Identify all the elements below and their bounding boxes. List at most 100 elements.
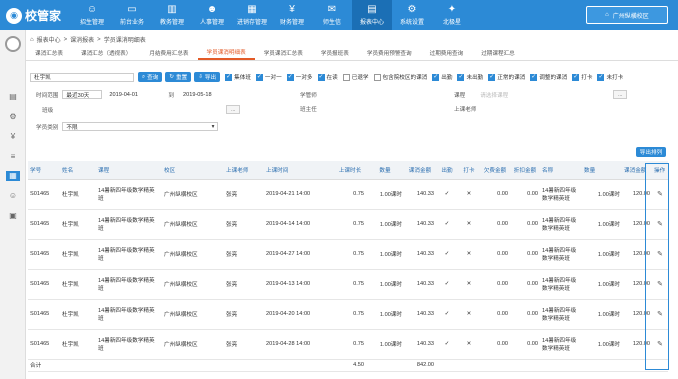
nav-item-label: 师生信 (322, 19, 341, 26)
class-label: 班级 (42, 107, 54, 114)
chevron-down-icon: ▾ (211, 123, 215, 130)
summary-row: 合计 4.50 842.00 (28, 359, 668, 372)
sidebar-doc-icon[interactable]: ▣ (6, 211, 20, 221)
tab-3[interactable]: 学员课消明细表 (197, 46, 255, 60)
sidebar-money-icon[interactable]: ¥ (6, 132, 20, 142)
cell-disc: 0.00 (510, 239, 540, 270)
checkbox-label: 正常的课消 (497, 75, 526, 81)
filter-checkbox-7[interactable]: ✓ 未出勤 (457, 73, 483, 81)
column-header: 数量 (366, 161, 404, 180)
sidebar-chart-icon[interactable]: ▤ (6, 92, 20, 102)
nav-item-5[interactable]: ¥ 财务管理 (272, 0, 312, 30)
tab-8[interactable]: 过期课程汇总 (472, 46, 524, 60)
nav-item-6[interactable]: ✉ 师生信 (312, 0, 352, 30)
column-header: 上课老师 (224, 161, 264, 180)
campus-switch-button[interactable]: ⌂ 广州纵横校区 (586, 6, 668, 24)
sidebar-people-icon[interactable]: ☺ (6, 191, 20, 201)
reset-button[interactable]: ↻ 重置 (165, 72, 192, 82)
nav-item-1[interactable]: ▭ 前台业务 (112, 0, 152, 30)
student-type-label: 学员类别 (36, 124, 59, 131)
logo-text: 校管家 (25, 9, 62, 23)
cell-punch: ✕ (458, 329, 480, 360)
cell-gname: 14暑新四年级数学精英班 (540, 299, 582, 330)
nav-item-2[interactable]: ▥ 教务管理 (152, 0, 192, 30)
column-header: 欠费金额 (480, 161, 510, 180)
tab-7[interactable]: 过期费用查询 (421, 46, 473, 60)
cell-amt: 140.33 (404, 329, 436, 360)
student-type-select[interactable]: 不限 ▾ (62, 122, 219, 131)
breadcrumb-home[interactable]: 报表中心 (37, 35, 61, 44)
breadcrumb-mid[interactable]: 课消报表 (70, 35, 94, 44)
checkbox-label: 出勤 (441, 75, 453, 81)
column-header: 上课时长 (334, 161, 366, 180)
cell-time: 2019-04-13 14:00 (264, 269, 334, 300)
checkbox-icon: ✓ (286, 73, 294, 81)
nav-item-8[interactable]: ⚙ 系统设置 (392, 0, 432, 30)
tab-5[interactable]: 学员报班表 (312, 46, 358, 60)
table-row: S01465 杜宇凯 14暑新四年级数学精英班 广州纵横校区 张亮 2019-04-20 … (28, 299, 668, 330)
filter-checkbox-8[interactable]: ✓ 正常的课消 (488, 73, 525, 81)
manager-select[interactable] (346, 90, 377, 99)
checkbox-icon (373, 73, 381, 81)
filter-checkbox-11[interactable]: ✓ 未打卡 (597, 73, 623, 81)
nav-item-label: 人事管理 (199, 19, 224, 26)
class-input[interactable] (63, 105, 224, 114)
filter-checkbox-6[interactable]: ✓ 出勤 (432, 73, 452, 81)
sidebar-list-icon[interactable]: ≡ (6, 152, 20, 162)
sidebar-report-icon[interactable]: ▦ (6, 171, 20, 181)
export-button[interactable]: ⇩ 导出 (194, 72, 221, 82)
cell-owe: 0.00 (480, 269, 510, 300)
course-input[interactable]: 请选择课程 (477, 90, 588, 99)
table-row: S01465 杜宇凯 14暑新四年级数学精英班 广州纵横校区 张亮 2019-04-21 … (28, 179, 668, 210)
filter-checkbox-10[interactable]: ✓ 打卡 (572, 73, 592, 81)
checkbox-icon: ✓ (225, 73, 233, 81)
time-range-select[interactable]: 最近30天 (62, 90, 103, 99)
summary-cell (162, 359, 224, 372)
course-label: 课程 (454, 92, 466, 99)
column-header: 打卡 (458, 161, 480, 180)
manager-label: 学管师 (300, 92, 317, 99)
filter-row-1: 杜宇凯 ⌕ 查询 ↻ 重置 ⇩ 导出 ✓ 集体班 ✓ 一对一 ✓ 一对多 ✓ 在读 已退学 包含院校区的… (30, 72, 628, 82)
nav-item-label: 财务管理 (279, 19, 304, 26)
cell-campus: 广州纵横校区 (162, 299, 224, 330)
cell-punch: ✕ (458, 269, 480, 300)
cell-time: 2019-04-20 14:00 (264, 299, 334, 330)
export-button-label: 导出 (204, 75, 217, 81)
nav-item-7[interactable]: ▤ 报表中心 (352, 0, 392, 30)
column-header: 课程 (96, 161, 162, 180)
avatar[interactable] (5, 36, 21, 52)
tab-6[interactable]: 学员费用预警查询 (358, 46, 421, 60)
course-picker-button[interactable]: ... (613, 90, 628, 99)
filter-checkbox-0[interactable]: ✓ 集体班 (225, 73, 251, 81)
cell-id: S01465 (28, 239, 60, 270)
operation-column-highlight (645, 163, 669, 370)
filter-checkbox-9[interactable]: ✓ 调整的课消 (530, 73, 567, 81)
date-to-input[interactable]: 2019-05-18 (180, 90, 230, 99)
sidebar-gear-icon[interactable]: ⚙ (6, 112, 20, 122)
date-from-input[interactable]: 2019-04-01 (106, 90, 157, 99)
tab-0[interactable]: 课消汇总表 (26, 46, 72, 60)
cell-time: 2019-04-28 14:00 (264, 329, 334, 360)
filter-checkbox-2[interactable]: ✓ 一对多 (286, 73, 313, 81)
nav-item-label: 教务管理 (159, 19, 184, 26)
filter-checkbox-1[interactable]: ✓ 一对一 (255, 73, 282, 81)
nav-item-0[interactable]: ☺ 招生管理 (72, 0, 112, 30)
tab-4[interactable]: 学员课消汇总表 (255, 46, 312, 60)
student-name-input[interactable]: 杜宇凯 (30, 72, 134, 82)
tab-2[interactable]: 月结费用汇总表 (140, 46, 197, 60)
cell-owe: 0.00 (480, 179, 510, 210)
search-button[interactable]: ⌕ 查询 (138, 72, 163, 82)
nav-item-9[interactable]: ✦ 北极星 (432, 0, 472, 30)
main-nav: ☺ 招生管理 ▭ 前台业务 ▥ 教务管理 ☻ 人事管理 ▦ 进销存管理 ¥ 财务管理 ✉ 师生信 ▤ 报表中心… (72, 0, 472, 30)
checkbox-icon: ✓ (530, 73, 538, 81)
filter-checkbox-4[interactable]: 已退学 (342, 73, 369, 81)
class-picker-button[interactable]: ... (226, 105, 241, 114)
filter-checkbox-5[interactable]: 包含院校区的课消 (373, 73, 427, 81)
column-header: 上课时间 (264, 161, 334, 180)
nav-item-4[interactable]: ▦ 进销存管理 (232, 0, 272, 30)
app-logo[interactable]: ◉ 校管家 (6, 7, 61, 24)
tab-1[interactable]: 课消汇总（透视表） (72, 46, 140, 60)
export-list-button[interactable]: 导出排列 (636, 147, 666, 157)
nav-item-3[interactable]: ☻ 人事管理 (192, 0, 232, 30)
filter-checkbox-3[interactable]: ✓ 在读 (317, 73, 338, 81)
